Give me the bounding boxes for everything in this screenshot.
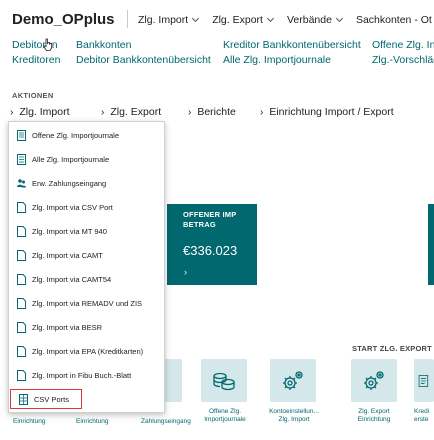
document-icon [17, 369, 26, 381]
hand-cursor-icon [43, 38, 52, 51]
icon-button-label: Zlg. Export Einrichtung [357, 408, 391, 423]
top-nav: Zlg. Import Zlg. Export Verbände Sachkon… [138, 14, 434, 26]
nav-zlg-export[interactable]: Zlg. Export [212, 14, 275, 26]
nav-label: Verbände [286, 14, 332, 26]
link-bankkonten[interactable]: Bankkonten [76, 39, 131, 51]
link-offene-zlg[interactable]: Offene Zlg. In [372, 39, 434, 51]
tile-edge [167, 204, 175, 285]
tile-label: OFFENER IMP BETRAG [183, 210, 237, 229]
menu-item-label: Alle Zlg. Importjournale [32, 154, 110, 164]
menu-item-label: Zlg. Import in Fibu Buch.-Blatt [32, 370, 132, 380]
nav-label: Sachkonten - Ot [355, 14, 432, 26]
document-icon [418, 374, 429, 387]
menu-item-import-mt940[interactable]: Zlg. Import via MT 940 [9, 221, 164, 241]
action-einrichtung[interactable]: › Einrichtung Import / Export [260, 106, 394, 118]
gears-icon [283, 370, 303, 390]
menu-item-label: Zlg. Import via CSV Port [32, 202, 113, 212]
chevron-right-icon: › [260, 107, 264, 118]
start-export-title: START ZLG. EXPORT [352, 344, 432, 353]
document-icon [17, 249, 26, 261]
icon-button-label: Kontoeinstellun... Zlg. Import [269, 408, 319, 423]
top-navigation-bar: Demo_OPplus Zlg. Import Zlg. Export Verb… [0, 0, 434, 36]
link-debitor-bankkontenuebersicht[interactable]: Debitor Bankkontenübersicht [76, 54, 211, 66]
icon-button-kontoeinstellungen[interactable] [270, 359, 316, 402]
actions-title: AKTIONEN [12, 91, 54, 100]
chevron-down-icon [192, 14, 200, 23]
bottom-label: Zahlungseingang [141, 418, 191, 425]
menu-item-label: Zlg. Import via REMADV und ZIS [32, 298, 143, 308]
kpi-tile-offener-import-betrag[interactable]: OFFENER IMP BETRAG €336.023 › [175, 204, 257, 285]
nav-label: Zlg. Export [212, 14, 263, 26]
menu-item-import-besr[interactable]: Zlg. Import via BESR [9, 317, 164, 337]
chevron-down-icon [335, 14, 343, 23]
menu-item-label: Zlg. Import via CAMT54 [32, 274, 112, 284]
menu-item-label: Zlg. Import via BESR [32, 322, 103, 332]
menu-item-label: CSV Ports [34, 394, 70, 404]
nav-label: Zlg. Import [138, 14, 189, 26]
chevron-right-icon: › [184, 267, 187, 277]
menu-item-label: Zlg. Import via EPA (Kreditkarten) [32, 346, 144, 356]
zlg-import-dropdown-menu: Offene Zlg. Importjournale Alle Zlg. Imp… [8, 121, 165, 413]
action-label: Berichte [197, 106, 236, 118]
menu-item-label: Zlg. Import via CAMT [32, 250, 103, 260]
people-icon [17, 178, 26, 187]
document-icon [17, 201, 26, 213]
menu-item-offene-zlg-importjournale[interactable]: Offene Zlg. Importjournale [9, 125, 164, 145]
chevron-right-icon: › [10, 107, 14, 118]
menu-item-import-csv-port[interactable]: Zlg. Import via CSV Port [9, 197, 164, 217]
link-alle-zlg-importjournale[interactable]: Alle Zlg. Importjournale [223, 54, 331, 66]
bottom-label: Einrichtung [13, 418, 46, 425]
menu-item-label: Erw. Zahlungseingang [32, 178, 107, 188]
quick-links: Debitoren Bankkonten Kreditor Bankkonten… [12, 39, 434, 69]
chevron-right-icon: › [188, 107, 192, 118]
action-zlg-export[interactable]: › Zlg. Export [101, 106, 161, 118]
action-zlg-import[interactable]: › Zlg. Import [10, 106, 70, 118]
menu-item-import-remadv-zis[interactable]: Zlg. Import via REMADV und ZIS [9, 293, 164, 313]
menu-item-import-fibu-buchblatt[interactable]: Zlg. Import in Fibu Buch.-Blatt [9, 365, 164, 385]
icon-button-kreditor[interactable] [414, 359, 434, 402]
link-kreditoren[interactable]: Kreditoren [12, 54, 60, 66]
menu-item-alle-zlg-importjournale[interactable]: Alle Zlg. Importjournale [9, 149, 164, 169]
document-icon [17, 297, 26, 309]
icon-button-label: Kredi erste [414, 408, 430, 423]
chevron-down-icon [266, 14, 275, 23]
bottom-label: Einrichtung [76, 418, 109, 425]
document-icon [17, 345, 26, 357]
icon-button-zlg-export-einrichtung[interactable] [351, 359, 397, 402]
list-icon [17, 153, 26, 165]
list-document-icon [17, 129, 26, 141]
menu-item-label: Zlg. Import via MT 940 [32, 226, 107, 236]
nav-verbaende[interactable]: Verbände [286, 14, 343, 26]
menu-item-import-epa[interactable]: Zlg. Import via EPA (Kreditkarten) [9, 341, 164, 361]
nav-zlg-import[interactable]: Zlg. Import [138, 14, 200, 26]
action-label: Zlg. Export [110, 106, 162, 118]
company-name[interactable]: Demo_OPplus [12, 11, 115, 28]
action-berichte[interactable]: › Berichte [188, 106, 236, 118]
gears-icon [364, 370, 384, 390]
nav-separator [127, 10, 128, 28]
link-kreditor-bankkontenuebersicht[interactable]: Kreditor Bankkontenübersicht [223, 39, 361, 51]
nav-sachkonten[interactable]: Sachkonten - Ot [356, 14, 432, 26]
menu-item-csv-ports[interactable]: CSV Ports [10, 389, 82, 409]
action-label: Zlg. Import [19, 106, 70, 118]
icon-button-label: Offene Zlg. Importjournale [204, 408, 246, 423]
tile-edge-right [428, 204, 434, 285]
menu-item-import-camt[interactable]: Zlg. Import via CAMT [9, 245, 164, 265]
coins-icon [213, 372, 235, 390]
tile-value: €336.023 [183, 243, 238, 258]
chevron-right-icon: › [101, 107, 105, 118]
menu-item-label: Offene Zlg. Importjournale [32, 130, 119, 140]
icon-button-offene-zlg-importjournale[interactable] [201, 359, 247, 402]
document-icon [17, 321, 26, 333]
table-document-icon [19, 393, 28, 405]
link-zlg-vorschlaege[interactable]: Zlg.-Vorschläg [372, 54, 434, 66]
menu-item-erw-zahlungseingang[interactable]: Erw. Zahlungseingang [9, 173, 164, 193]
document-icon [17, 225, 26, 237]
document-icon [17, 273, 26, 285]
action-label: Einrichtung Import / Export [269, 106, 394, 118]
menu-item-import-camt54[interactable]: Zlg. Import via CAMT54 [9, 269, 164, 289]
